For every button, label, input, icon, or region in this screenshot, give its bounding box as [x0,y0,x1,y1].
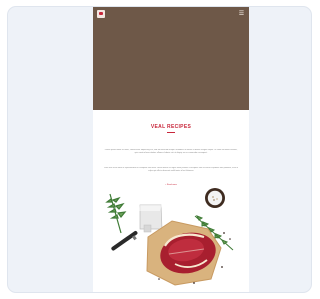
logo-icon[interactable] [97,10,105,18]
hero-banner: ☰ [93,7,249,110]
title-divider [167,132,175,133]
secondary-paragraph: Duis aute irure dolor in reprehenderit i… [104,167,238,172]
page-title: VEAL RECIPES [150,124,192,130]
menu-icon[interactable]: ☰ [238,10,245,18]
spice-bowl [205,188,225,208]
intro-paragraph: Lorem ipsum dolor sit amet, consectetur … [104,149,238,154]
website-preview: ☰ VEAL RECIPES Lorem ipsum dolor sit ame… [93,7,249,292]
food-photo [105,188,234,286]
herb-sprig-left [105,193,127,234]
preview-card: ☰ VEAL RECIPES Lorem ipsum dolor sit ame… [7,6,312,293]
